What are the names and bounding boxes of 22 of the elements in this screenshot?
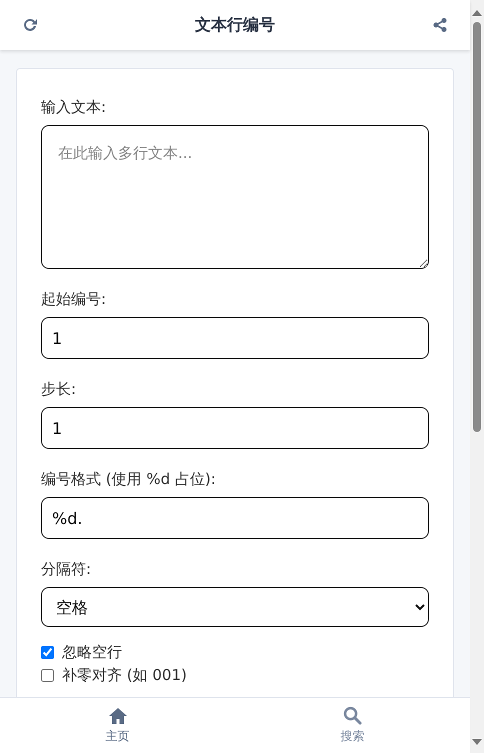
field-label: 起始编号:: [41, 289, 108, 309]
checkbox[interactable]: [41, 668, 54, 682]
checkbox-label: 补零对齐 (如 001): [62, 666, 187, 684]
home-icon: [108, 706, 128, 724]
refresh-icon[interactable]: [22, 17, 38, 33]
field-label: 输入文本:: [41, 97, 108, 117]
nav-item[interactable]: 主页: [0, 698, 235, 753]
text-area[interactable]: 在此输入多行文本...: [41, 125, 429, 269]
share-icon[interactable]: [432, 17, 448, 33]
page-title: 文本行编号: [195, 14, 275, 36]
scrollbar[interactable]: [470, 0, 484, 753]
field-label: 编号格式 (使用 %d 占位):: [41, 469, 217, 489]
input-field[interactable]: 1: [41, 407, 429, 449]
checkbox-label: 忽略空行: [62, 643, 122, 661]
field-label: 步长:: [41, 379, 78, 399]
input-field[interactable]: 1: [41, 317, 429, 359]
search-icon: [343, 706, 362, 725]
input-field[interactable]: %d.: [41, 497, 429, 539]
nav-item[interactable]: 搜索: [235, 698, 470, 753]
separator-dropdown[interactable]: 空格: [41, 587, 429, 627]
checkbox[interactable]: [41, 646, 54, 658]
field-label: 分隔符:: [41, 559, 92, 579]
